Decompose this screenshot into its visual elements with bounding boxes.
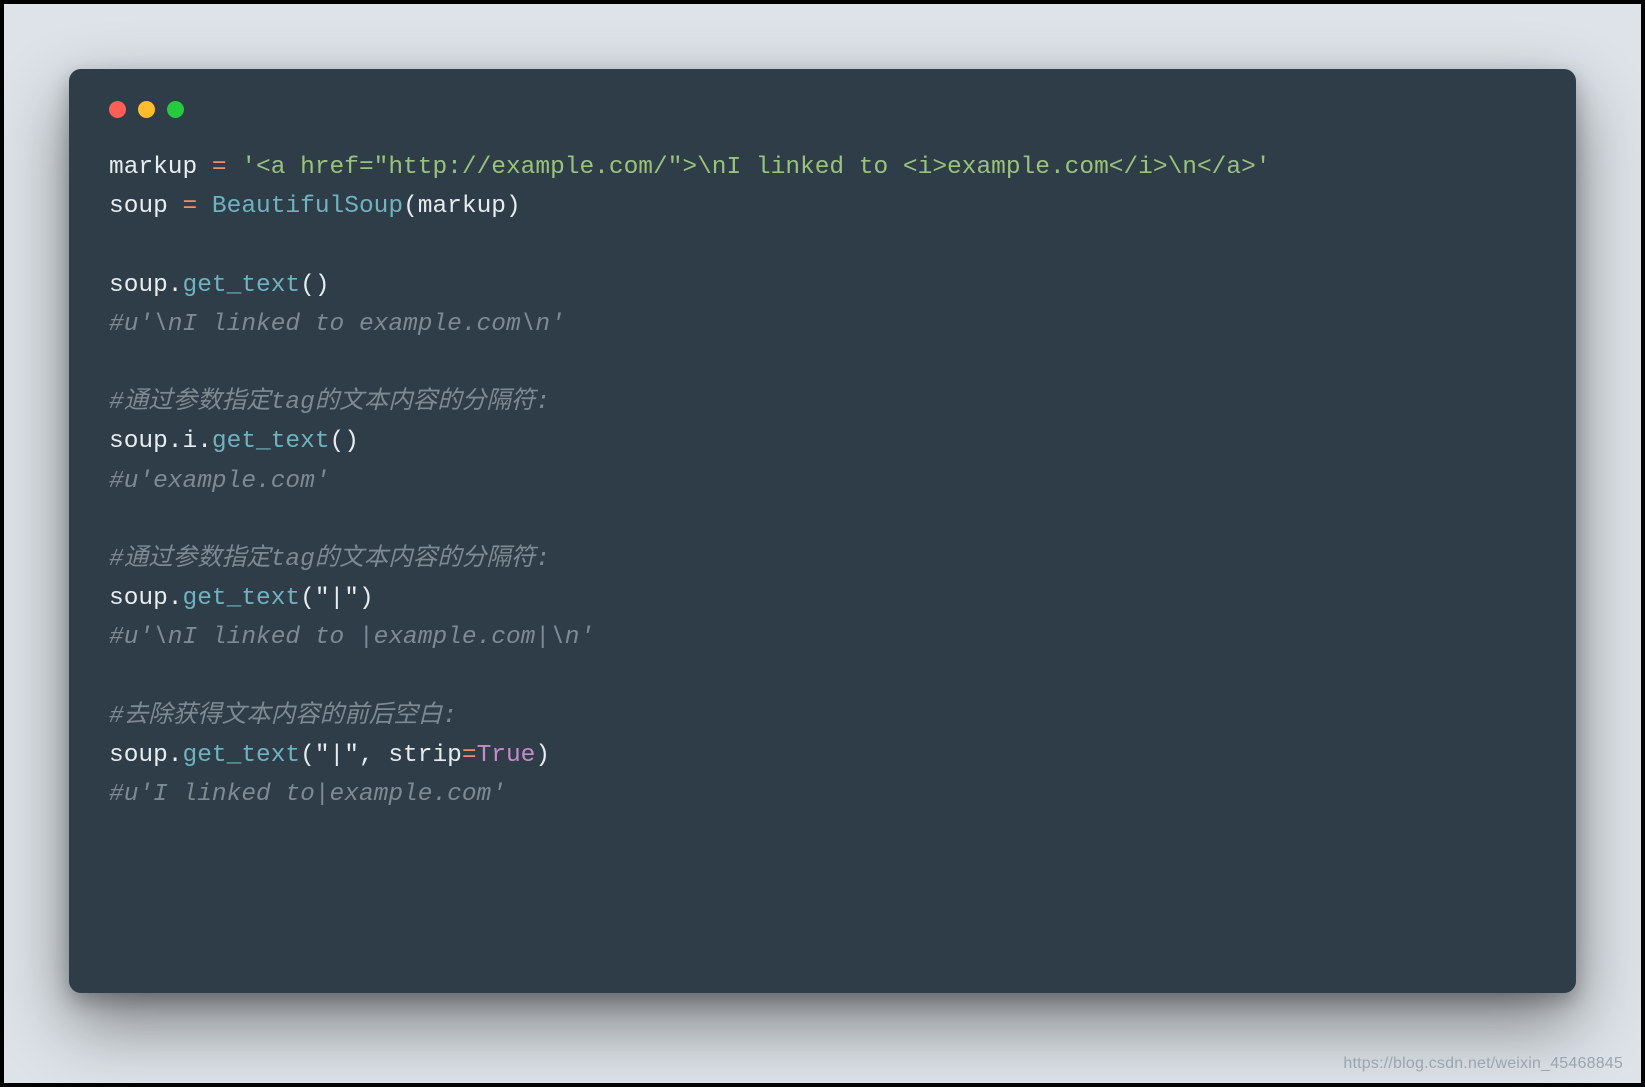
- code-comment: #去除获得文本内容的前后空白:: [109, 703, 457, 730]
- code-token: ): [535, 742, 550, 769]
- code-token: soup.: [109, 272, 183, 299]
- code-token: get_text: [212, 428, 330, 455]
- code-token: soup: [109, 193, 183, 220]
- minimize-icon[interactable]: [138, 101, 155, 118]
- code-token: =: [212, 154, 227, 181]
- code-token: soup.: [109, 585, 183, 612]
- window-controls: [109, 101, 1536, 118]
- code-comment: #u'I linked to|example.com': [109, 781, 506, 808]
- code-comment: #通过参数指定tag的文本内容的分隔符:: [109, 389, 550, 416]
- code-comment: #通过参数指定tag的文本内容的分隔符:: [109, 546, 550, 573]
- code-token: get_text: [183, 585, 301, 612]
- code-token: BeautifulSoup: [212, 193, 403, 220]
- watermark-text: https://blog.csdn.net/weixin_45468845: [1343, 1055, 1623, 1073]
- code-comment: #u'\nI linked to example.com\n': [109, 311, 565, 338]
- code-token: markup: [109, 154, 212, 181]
- code-token: get_text: [183, 742, 301, 769]
- code-token: =: [183, 193, 198, 220]
- code-token: soup.: [109, 742, 183, 769]
- page-frame: markup = '<a href="http://example.com/">…: [0, 0, 1645, 1087]
- code-token: =: [462, 742, 477, 769]
- code-token: True: [477, 742, 536, 769]
- code-token: [197, 193, 212, 220]
- code-token: [227, 154, 242, 181]
- code-token: get_text: [183, 272, 301, 299]
- code-comment: #u'example.com': [109, 468, 330, 495]
- code-comment: #u'\nI linked to |example.com|\n': [109, 624, 594, 651]
- code-window: markup = '<a href="http://example.com/">…: [69, 69, 1576, 993]
- code-token: (): [330, 428, 359, 455]
- close-icon[interactable]: [109, 101, 126, 118]
- code-token: ("|", strip: [300, 742, 462, 769]
- code-token: ("|"): [300, 585, 374, 612]
- code-token: (markup): [403, 193, 521, 220]
- code-token: '<a href="http://example.com/">\nI linke…: [241, 154, 1270, 181]
- code-token: soup.i.: [109, 428, 212, 455]
- code-block: markup = '<a href="http://example.com/">…: [109, 148, 1536, 814]
- zoom-icon[interactable]: [167, 101, 184, 118]
- code-token: (): [300, 272, 329, 299]
